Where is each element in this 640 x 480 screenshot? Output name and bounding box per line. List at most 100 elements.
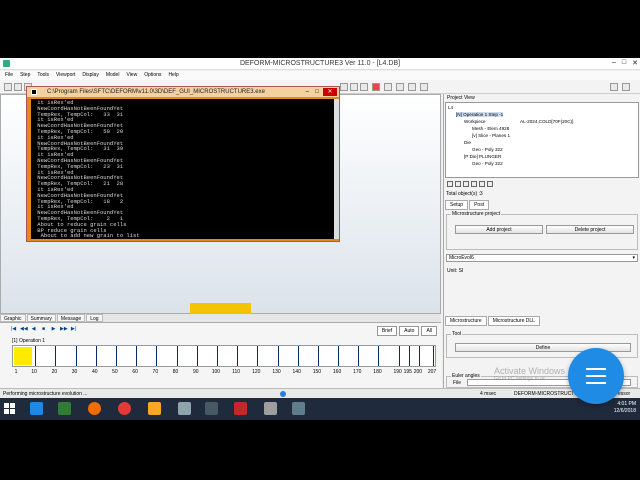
step-tick-labels: 1 10 20 30 40 50 60 70 80 90 100 110 120 130 140 150 160…	[12, 369, 437, 377]
tool-label: Tool	[451, 331, 463, 337]
tree-node[interactable]: AL-2024,COLD[70F(20C)]	[520, 119, 573, 124]
windows-start-icon[interactable]	[4, 403, 15, 414]
current-step-marker[interactable]	[14, 347, 32, 365]
ie-browser-icon[interactable]	[30, 402, 43, 415]
rotate-icon[interactable]	[360, 83, 368, 91]
tab-setup[interactable]: Setup	[445, 200, 469, 210]
tree-node[interactable]: Die	[464, 140, 471, 145]
store-icon[interactable]	[58, 402, 71, 415]
project-tree[interactable]: L4 [N] Operation 1 Step -1 Workpiece AL-202…	[445, 102, 639, 178]
windows-taskbar: 4:01 PM 12/6/2018	[0, 398, 640, 420]
tab-log[interactable]: Log	[86, 314, 103, 322]
microstructure-project-label: Microstructure project	[451, 211, 502, 217]
new-icon[interactable]	[4, 83, 12, 91]
tab-summary[interactable]: Summary	[26, 314, 56, 322]
console-minimize-button[interactable]: –	[306, 89, 309, 95]
play-icon[interactable]: ▶	[50, 326, 57, 332]
tab-message[interactable]: Message	[56, 314, 86, 322]
deform-icon[interactable]	[205, 402, 218, 415]
screen: DEFORM-MICROSTRUCTURE3 Ver 11.0 - [L4.DB…	[0, 58, 640, 420]
minimize-button[interactable]: –	[612, 59, 616, 67]
maximize-button[interactable]: □	[622, 59, 626, 67]
step-tick	[297, 346, 299, 366]
window-title-bar: DEFORM-MICROSTRUCTURE3 Ver 11.0 - [L4.DB…	[0, 58, 640, 70]
operation-label: [1] Operation 1	[12, 338, 46, 344]
first-step-icon[interactable]: |◀	[10, 326, 17, 332]
tree-node[interactable]: [v] Slice - Planes 1	[472, 133, 510, 138]
view-icon[interactable]	[479, 181, 485, 187]
fit-icon[interactable]	[350, 83, 358, 91]
object-icon[interactable]	[463, 181, 469, 187]
expand-icon[interactable]	[447, 181, 453, 187]
step-bar[interactable]	[12, 345, 436, 367]
all-button[interactable]: All	[421, 326, 437, 336]
menu-model[interactable]: Model	[103, 71, 123, 80]
status-time: 4 msec	[480, 391, 497, 397]
menu-viewport[interactable]: Viewport	[53, 71, 78, 80]
console-close-button[interactable]: ✕	[323, 88, 337, 96]
app-icon[interactable]	[178, 402, 191, 415]
activate-windows-hint: Go to PC settings to ac	[494, 376, 546, 382]
system-tray[interactable]: 4:01 PM 12/6/2018	[614, 401, 636, 415]
last-step-icon[interactable]: ▶|	[70, 326, 77, 332]
step-tick	[75, 346, 77, 366]
chrome-icon[interactable]	[118, 402, 131, 415]
tree-node[interactable]: Geo - Poly 322	[472, 147, 503, 152]
tab-graphic[interactable]: Graphic	[0, 314, 26, 322]
settings-icon[interactable]	[420, 83, 428, 91]
mesh-icon[interactable]	[471, 181, 477, 187]
open-icon[interactable]	[14, 83, 22, 91]
file-explorer-icon[interactable]	[148, 402, 161, 415]
brief-button[interactable]: Brief	[376, 326, 398, 336]
floating-menu-button[interactable]	[568, 348, 624, 404]
tree-node[interactable]: L4	[448, 105, 453, 110]
tree-node[interactable]: Mesh - Elem 4928	[472, 126, 509, 131]
console-scrollbar[interactable]	[334, 99, 339, 239]
menu-tools[interactable]: Tools	[34, 71, 52, 80]
console-maximize-button[interactable]: □	[315, 89, 319, 95]
delete-project-button[interactable]: Delete project	[546, 225, 634, 234]
step-tick-label: 40	[91, 369, 98, 375]
step-tick-label: 207	[427, 369, 437, 375]
pan-icon[interactable]	[384, 83, 392, 91]
add-project-button[interactable]: Add project	[455, 225, 543, 234]
tab-microstructure[interactable]: Microstructure	[445, 316, 487, 326]
color-icon[interactable]	[487, 181, 493, 187]
firefox-icon[interactable]	[88, 402, 101, 415]
stop-icon[interactable]: ■	[40, 326, 47, 332]
unit-caption: Unit:	[447, 268, 458, 274]
prev-step-icon[interactable]: ◀◀	[20, 326, 28, 332]
tab-post[interactable]: Post	[469, 200, 490, 210]
menu-help[interactable]: Help	[165, 71, 181, 80]
reverse-icon[interactable]: ◀	[30, 326, 37, 332]
stop-icon[interactable]	[372, 83, 380, 91]
tree-node[interactable]: [N] Operation 1 Step -1	[456, 112, 504, 117]
tab-microstructure-dll[interactable]: Microstructure DLL	[487, 316, 540, 326]
view-icon[interactable]	[396, 83, 404, 91]
auto-button[interactable]: Auto	[399, 326, 420, 336]
tree-node[interactable]: Workpiece	[464, 119, 486, 124]
menu-options[interactable]: Options	[141, 71, 164, 80]
step-tick	[408, 346, 410, 366]
menu-view[interactable]: View	[123, 71, 140, 80]
project-select[interactable]: MicroEvol6 ▾	[446, 254, 638, 262]
help-icon[interactable]	[610, 83, 618, 91]
tool-icon[interactable]	[234, 402, 247, 415]
menu-display[interactable]: Display	[79, 71, 101, 80]
tree-node[interactable]: [P:Die] PLUNGER	[464, 154, 501, 159]
menu-file[interactable]: File	[2, 71, 16, 80]
app2-icon[interactable]	[264, 402, 277, 415]
exit-icon[interactable]	[622, 83, 630, 91]
step-tick	[216, 346, 218, 366]
menu-step[interactable]: Step	[17, 71, 33, 80]
next-step-icon[interactable]: ▶▶	[60, 326, 68, 332]
step-tick-label: 30	[71, 369, 78, 375]
close-button[interactable]: ✕	[632, 59, 638, 67]
console-window[interactable]: C:\Program Files\SFTC\DEFORM\v11.0\3D\DE…	[26, 86, 340, 242]
tree-node[interactable]: Geo - Poly 322	[472, 161, 503, 166]
step-timeline: |◀ ◀◀ ◀ ■ ▶ ▶▶ ▶| Brief Auto All [1] Ope…	[0, 322, 441, 388]
zoom-icon[interactable]	[340, 83, 348, 91]
collapse-icon[interactable]	[455, 181, 461, 187]
measure-icon[interactable]	[408, 83, 416, 91]
app3-icon[interactable]	[292, 402, 305, 415]
